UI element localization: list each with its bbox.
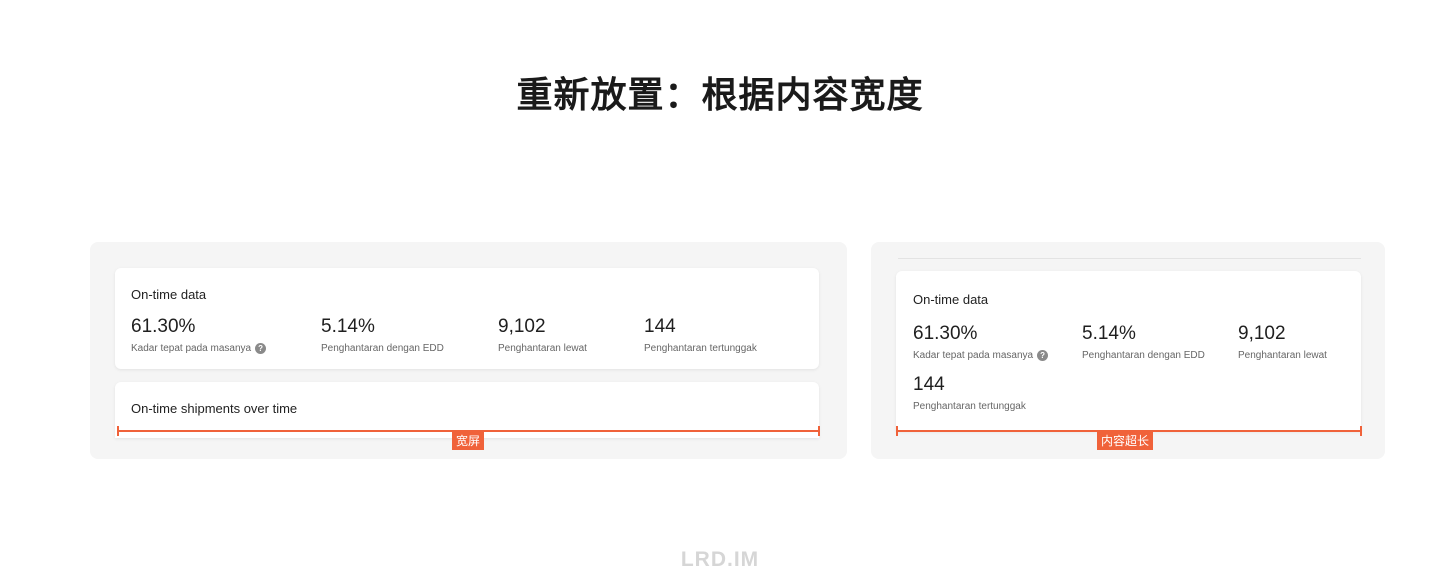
metric-value: 9,102 <box>498 316 546 337</box>
metric-label: Kadar tepat pada masanya <box>131 343 252 354</box>
metric-label: Penghantaran tertunggak <box>644 343 757 354</box>
metric-value: 144 <box>913 374 945 395</box>
metric-label: Penghantaran tertunggak <box>913 401 1026 412</box>
metric-label-row: Penghantaran tertunggak <box>644 343 757 354</box>
ruler-tick-right <box>1360 426 1362 436</box>
ruler-label: 宽屏 <box>452 432 485 450</box>
metric-label-row: Penghantaran lewat <box>1238 350 1327 361</box>
metric-pending-deliveries: 144 Penghantaran tertunggak <box>644 316 757 354</box>
on-time-data-card: On-time data 61.30% Kadar tepat pada mas… <box>896 271 1361 431</box>
metric-on-time-rate: 61.30% Kadar tepat pada masanya ? <box>913 323 1049 361</box>
card-title: On-time data <box>131 287 207 302</box>
ruler-tick-right <box>818 426 820 436</box>
metric-label-row: Kadar tepat pada masanya ? <box>913 350 1049 361</box>
metric-value: 61.30% <box>913 323 978 344</box>
metric-label-row: Penghantaran tertunggak <box>913 401 1026 412</box>
on-time-data-card: On-time data 61.30% Kadar tepat pada mas… <box>115 268 819 369</box>
wide-screen-panel: On-time data 61.30% Kadar tepat pada mas… <box>90 242 847 459</box>
metric-label: Kadar tepat pada masanya <box>913 350 1034 361</box>
metric-label: Penghantaran lewat <box>1238 350 1327 361</box>
metric-label: Penghantaran lewat <box>498 343 587 354</box>
metric-value: 61.30% <box>131 316 196 337</box>
metric-edd-deliveries: 5.14% Penghantaran dengan EDD <box>1082 323 1205 361</box>
ruler-tick-left <box>896 426 898 436</box>
metric-label-row: Penghantaran dengan EDD <box>1082 350 1205 361</box>
metric-value: 5.14% <box>321 316 375 337</box>
card-title: On-time data <box>913 292 989 307</box>
metric-label-row: Kadar tepat pada masanya ? <box>131 343 267 354</box>
overflow-content-panel: On-time data 61.30% Kadar tepat pada mas… <box>871 242 1385 459</box>
page-title: 重新放置：根据内容宽度 <box>516 75 924 116</box>
ruler-tick-left <box>117 426 119 436</box>
metric-value: 144 <box>644 316 676 337</box>
metric-value: 5.14% <box>1082 323 1136 344</box>
metric-label-row: Penghantaran lewat <box>498 343 587 354</box>
divider <box>898 258 1361 259</box>
ruler-label: 内容超长 <box>1097 432 1154 450</box>
metric-label: Penghantaran dengan EDD <box>1082 350 1205 361</box>
help-icon[interactable]: ? <box>255 343 267 354</box>
metric-edd-deliveries: 5.14% Penghantaran dengan EDD <box>321 316 444 354</box>
metric-on-time-rate: 61.30% Kadar tepat pada masanya ? <box>131 316 267 354</box>
metric-late-deliveries: 9,102 Penghantaran lewat <box>498 316 587 354</box>
help-icon[interactable]: ? <box>1037 350 1049 361</box>
metric-pending-deliveries: 144 Penghantaran tertunggak <box>913 374 1026 412</box>
metric-late-deliveries: 9,102 Penghantaran lewat <box>1238 323 1327 361</box>
watermark-logo: LRD.IM <box>680 548 760 571</box>
page: 重新放置：根据内容宽度 On-time data 61.30% Kadar te… <box>0 0 1440 586</box>
metric-label: Penghantaran dengan EDD <box>321 343 444 354</box>
metric-value: 9,102 <box>1238 323 1286 344</box>
metric-label-row: Penghantaran dengan EDD <box>321 343 444 354</box>
card-title: On-time shipments over time <box>131 401 298 416</box>
